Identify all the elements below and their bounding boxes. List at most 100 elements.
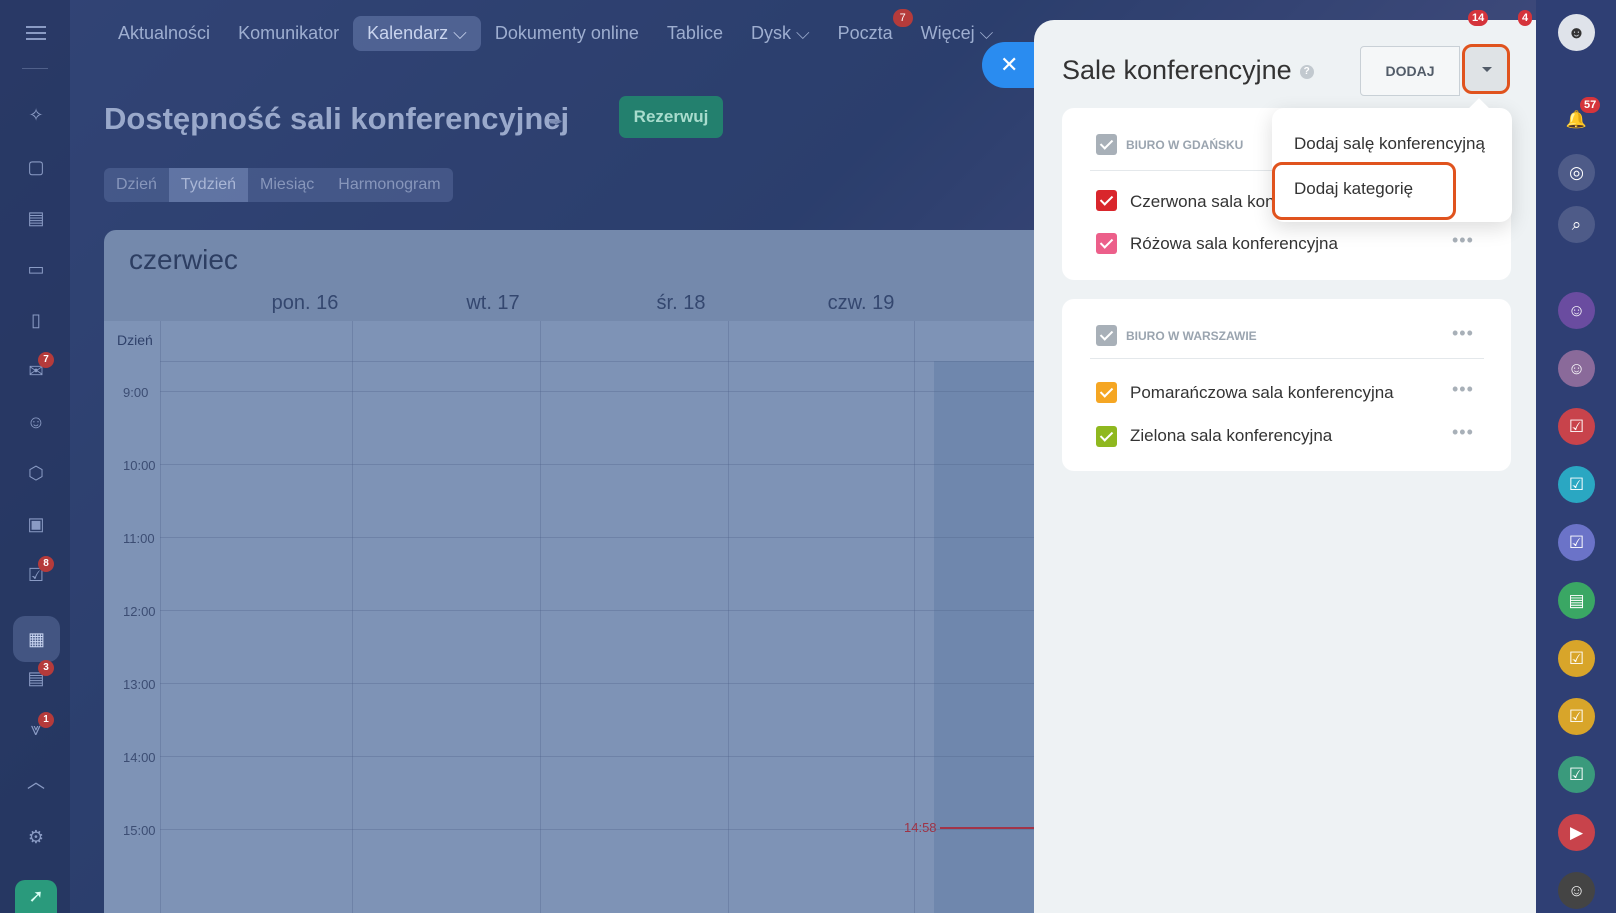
nav-tablice[interactable]: Tablice	[653, 16, 737, 51]
right-sidebar: 4 ☻ 14 🔔 57 ◎ ⌕ ☺ ☺ ☑ ☑ ☑ ▤ ☑ ☑ ☑ ▶ ☺	[1468, 0, 1616, 913]
group-checkbox[interactable]	[1096, 325, 1117, 346]
day-header[interactable]: czw. 19	[766, 292, 956, 315]
panel-title: Sale konferencyjne?	[1062, 55, 1314, 86]
corner-badge: 14	[1468, 10, 1489, 26]
tab-day[interactable]: Dzień	[104, 168, 169, 202]
calendar-icon[interactable]: ▦	[13, 616, 60, 662]
collapse-icon[interactable]: ︿	[24, 770, 48, 794]
video-icon[interactable]: ▶	[1558, 814, 1595, 851]
hour-label: 13:00	[123, 677, 156, 692]
task-icon[interactable]: ☑	[1558, 640, 1595, 677]
notifications-badge: 57	[1580, 97, 1601, 113]
hour-label: 12:00	[123, 604, 156, 619]
more-options-icon[interactable]: •••	[1452, 230, 1474, 251]
users-icon[interactable]: ☺	[24, 410, 48, 434]
hexagon-icon[interactable]: ⬡	[24, 461, 48, 485]
nav-komunikator[interactable]: Komunikator	[224, 16, 353, 51]
group-title: BIURO W WARSZAWIE	[1126, 329, 1257, 343]
more-options-icon[interactable]: •••	[1452, 422, 1474, 443]
document-icon[interactable]: ▤	[1558, 582, 1595, 619]
hour-label: 14:00	[123, 750, 156, 765]
panel-title-text: Sale konferencyjne	[1062, 55, 1292, 85]
calendar-grid: czerwiec pon. 16 wt. 17 śr. 18 czw. 19 D…	[104, 230, 1034, 913]
group-divider	[1090, 358, 1484, 359]
rocket-icon[interactable]: ➚	[15, 880, 57, 913]
nav-poczta-label: Poczta	[837, 22, 893, 43]
sparkle-icon[interactable]: ✧	[24, 103, 48, 127]
group-title: BIURO W GDAŃSKU	[1126, 138, 1244, 152]
copilot-icon[interactable]: ◎	[1558, 154, 1595, 191]
mail-badge: 7	[38, 352, 54, 368]
group-checkbox[interactable]	[1096, 134, 1117, 155]
day-header[interactable]: wt. 17	[398, 292, 588, 315]
task-icon[interactable]: ☑	[1558, 524, 1595, 561]
nav-dokumenty-online[interactable]: Dokumenty online	[481, 16, 653, 51]
add-button[interactable]: DODAJ	[1360, 46, 1460, 96]
task-icon[interactable]: ☑	[1558, 756, 1595, 793]
task-icon[interactable]: ☑	[1558, 698, 1595, 735]
left-sidebar: ✧ ▢ ▤ ▭ ▯ ✉ 7 ☺ ⬡ ▣ ☑ 8 ▦ ▤ 3 ⩔ 1 ︿ ⚙ ➚	[0, 0, 70, 913]
grid-line	[160, 464, 1034, 465]
grid-line	[352, 321, 353, 913]
top-navigation: Aktualności Komunikator Kalendarz ⌵ Doku…	[104, 8, 1007, 52]
contact-avatar[interactable]: ☺	[1558, 350, 1595, 387]
tab-month[interactable]: Miesiąc	[248, 168, 326, 202]
hour-grid[interactable]: Dzień 9:00 10:00 11:00 12:00 13:00 14:00…	[104, 321, 1034, 913]
room-label[interactable]: Czerwona sala kon	[1130, 192, 1275, 212]
room-label[interactable]: Pomarańczowa sala konferencyjna	[1130, 383, 1394, 403]
grid-line	[160, 756, 1034, 757]
day-header[interactable]: pon. 16	[210, 292, 400, 315]
reserve-button[interactable]: Rezerwuj	[619, 96, 723, 138]
grid-line	[160, 829, 1034, 830]
allday-label: Dzień	[117, 332, 153, 348]
room-label[interactable]: Różowa sala konferencyjna	[1130, 234, 1338, 254]
nav-kalendarz[interactable]: Kalendarz ⌵	[353, 15, 481, 51]
task-icon[interactable]: ☑	[1558, 466, 1595, 503]
avatar[interactable]: ☻	[1558, 14, 1595, 51]
search-icon[interactable]: ⌕	[1558, 206, 1595, 243]
task-icon[interactable]: ☑	[1558, 408, 1595, 445]
tab-week[interactable]: Tydzień	[168, 168, 249, 202]
menu-item-highlight	[1272, 162, 1456, 220]
menu-item-add-room[interactable]: Dodaj salę konferencyjną	[1294, 134, 1485, 154]
hour-label: 11:00	[123, 531, 155, 546]
page-title: Dostępność sali konferencyjnej	[104, 101, 570, 136]
hour-label: 15:00	[123, 823, 156, 838]
close-panel-button[interactable]: ✕	[982, 42, 1034, 88]
nav-dysk[interactable]: Dysk ⌵	[737, 16, 824, 51]
crm-badge: 3	[38, 660, 54, 676]
funnel-badge: 1	[38, 712, 54, 728]
grid-line	[540, 321, 541, 913]
room-checkbox[interactable]	[1096, 233, 1117, 254]
room-checkbox[interactable]	[1096, 426, 1117, 447]
nav-poczta[interactable]: Poczta 7	[824, 8, 913, 51]
sidebar-separator	[22, 68, 48, 69]
grid-line	[728, 321, 729, 913]
today-column	[934, 361, 1034, 913]
room-group-warszawa: BIURO W WARSZAWIE ••• Pomarańczowa sala …	[1062, 299, 1511, 471]
help-icon[interactable]: ?	[1299, 64, 1314, 79]
day-header[interactable]: śr. 18	[586, 292, 776, 315]
contact-avatar[interactable]: ☺	[1558, 872, 1595, 909]
grid-line	[160, 683, 1034, 684]
tab-schedule[interactable]: Harmonogram	[326, 168, 452, 202]
top-badge: 4	[1518, 10, 1533, 26]
more-options-icon[interactable]: •••	[1452, 379, 1474, 400]
room-label[interactable]: Zielona sala konferencyjna	[1130, 426, 1332, 446]
document-icon[interactable]: ▯	[24, 308, 48, 332]
hour-label: 10:00	[123, 458, 156, 473]
chat-icon[interactable]: ▢	[24, 155, 48, 179]
inbox-icon[interactable]: ▭	[24, 257, 48, 281]
pin-icon[interactable]: ✒	[548, 112, 563, 133]
feed-icon[interactable]: ▤	[24, 206, 48, 230]
more-options-icon[interactable]: •••	[1452, 323, 1474, 344]
room-checkbox[interactable]	[1096, 382, 1117, 403]
grid-line	[160, 361, 1034, 362]
presentation-icon[interactable]: ▣	[24, 512, 48, 536]
add-dropdown-arrow[interactable]	[1462, 44, 1510, 94]
room-checkbox[interactable]	[1096, 190, 1117, 211]
hamburger-icon[interactable]	[26, 26, 46, 40]
nav-aktualnosci[interactable]: Aktualności	[104, 16, 224, 51]
contact-avatar[interactable]: ☺	[1558, 292, 1595, 329]
gear-icon[interactable]: ⚙	[24, 825, 48, 849]
